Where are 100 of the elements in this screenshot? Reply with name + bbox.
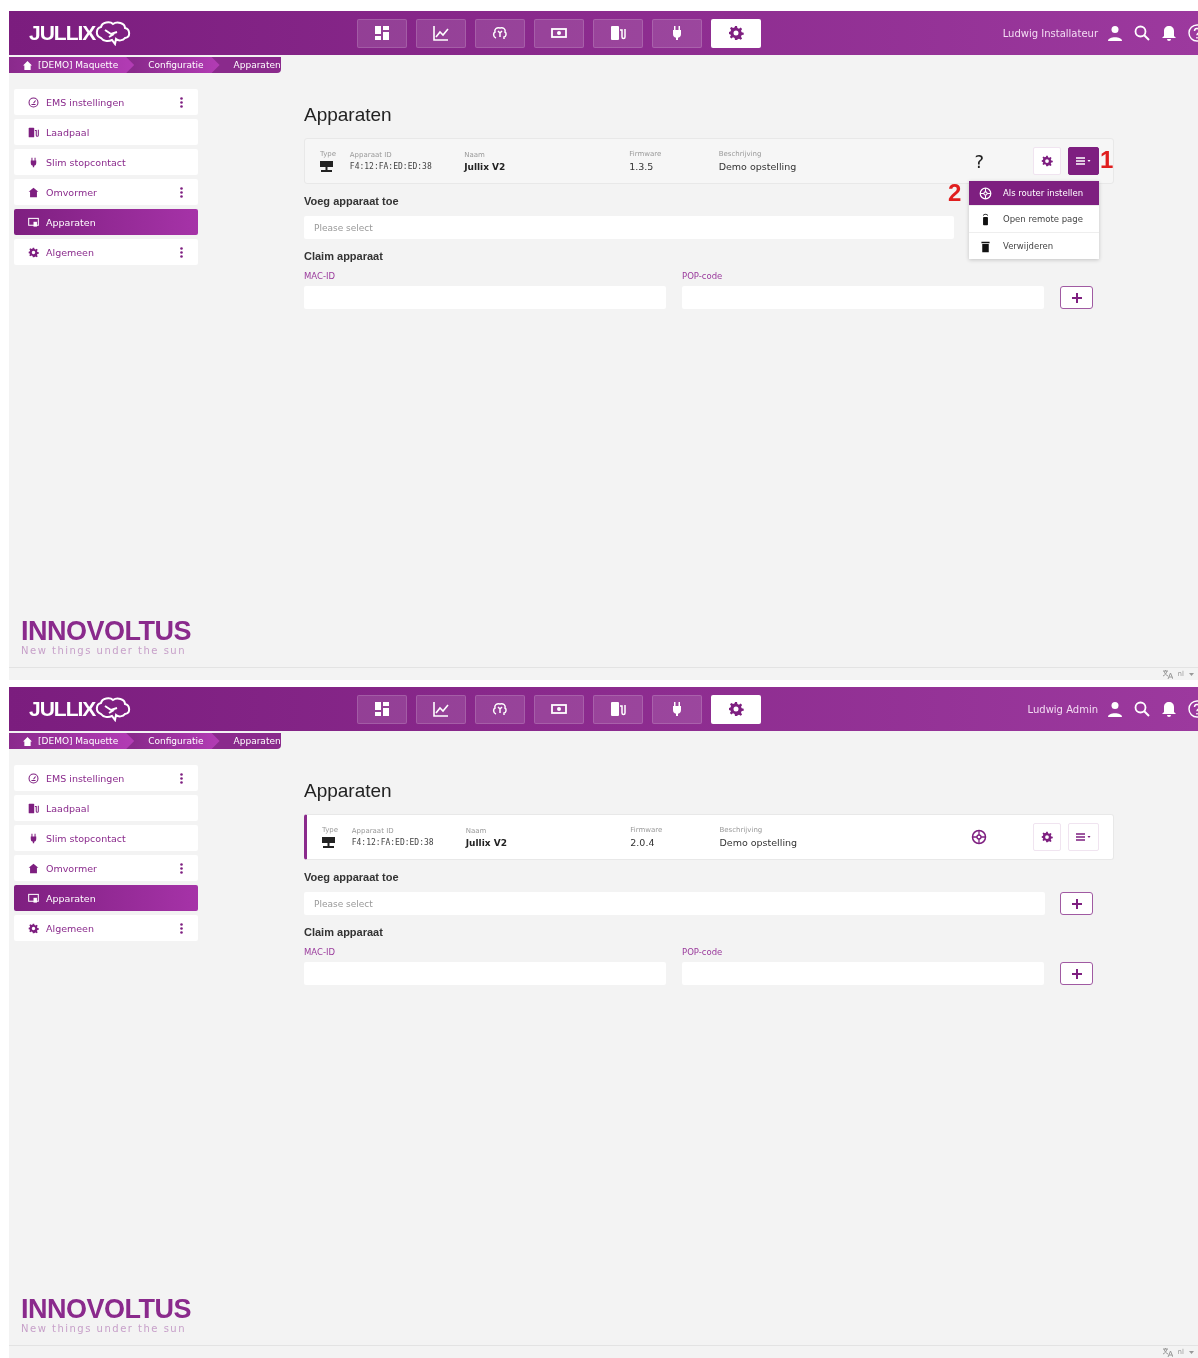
sidebar-item[interactable]: EMS instellingen: [14, 765, 198, 791]
search-icon[interactable]: [1134, 701, 1150, 717]
router-device-icon: [320, 161, 333, 172]
more-icon[interactable]: [180, 922, 183, 934]
sidebar-item[interactable]: Apparaten: [14, 209, 198, 235]
logo-text: JULLIX: [29, 21, 96, 45]
menu-item[interactable]: Als router instellen: [969, 181, 1099, 205]
nav-tab[interactable]: [416, 18, 466, 48]
router-device-icon: [322, 837, 335, 848]
sidebar-item[interactable]: Apparaten: [14, 885, 198, 911]
sidebar-item[interactable]: Algemeen: [14, 239, 198, 265]
user-name[interactable]: Ludwig Installateur: [1002, 27, 1098, 39]
nav-tab[interactable]: [652, 694, 702, 724]
nav-tab[interactable]: [534, 694, 584, 724]
sidebar-item[interactable]: Laadpaal: [14, 119, 198, 145]
nav-tab[interactable]: [711, 18, 761, 48]
brand-name: INNOVOLTUS: [21, 617, 192, 645]
nav-tab[interactable]: [357, 18, 407, 48]
more-icon[interactable]: [180, 96, 183, 108]
nav-tab[interactable]: [416, 694, 466, 724]
charging-station-icon: [28, 126, 39, 138]
device-name: Jullix V2: [464, 161, 507, 172]
router-icon: [979, 186, 992, 200]
more-icon[interactable]: [180, 186, 183, 198]
menu-button[interactable]: [1068, 147, 1099, 175]
settings-button[interactable]: [1033, 823, 1061, 851]
annotation-number: 2: [948, 181, 962, 205]
device-select[interactable]: Please select: [304, 216, 954, 239]
nav-tab[interactable]: [475, 694, 525, 724]
sidebar-item[interactable]: EMS instellingen: [14, 89, 198, 115]
device-description: Demo opstelling: [719, 837, 799, 848]
bell-icon[interactable]: [1161, 25, 1177, 41]
settings-icon: [28, 922, 39, 934]
menu-icon: [1076, 833, 1091, 841]
user-icon[interactable]: [1107, 701, 1123, 717]
nav-tab[interactable]: [711, 694, 761, 724]
section-heading: Claim apparaat: [304, 250, 384, 262]
menu-item[interactable]: Open remote page: [969, 205, 1099, 232]
device-name: Jullix V2: [465, 837, 508, 848]
nav-tab[interactable]: [357, 694, 407, 724]
more-icon[interactable]: [180, 862, 183, 874]
section-heading: Voeg apparaat toe: [304, 871, 400, 883]
unknown-status: ?: [974, 150, 985, 172]
device-select[interactable]: Please select: [304, 892, 1045, 915]
more-icon[interactable]: [180, 246, 183, 258]
page-title: Apparaten: [304, 104, 393, 126]
search-icon[interactable]: [1134, 25, 1150, 41]
device-id: F4:12:FA:ED:ED:38: [349, 162, 433, 171]
user-icon[interactable]: [1107, 25, 1123, 41]
nav-tab[interactable]: [652, 18, 702, 48]
device-description: Demo opstelling: [718, 161, 798, 172]
settings-icon: [728, 25, 744, 41]
charging-station-icon: [610, 701, 626, 717]
brand-tagline: New things under the sun: [21, 645, 188, 656]
nav-tab[interactable]: [475, 18, 525, 48]
gauge-icon: [28, 772, 39, 784]
router-icon: [971, 829, 988, 845]
nav-tab[interactable]: [534, 18, 584, 48]
banknote-icon: [551, 701, 567, 717]
annotation-number: 1: [1100, 148, 1114, 172]
device-id: F4:12:FA:ED:ED:38: [351, 838, 435, 847]
house-icon: [28, 862, 39, 874]
field-label: MAC-ID: [304, 947, 337, 957]
more-icon[interactable]: [180, 772, 183, 784]
plug-icon: [28, 832, 39, 844]
user-name[interactable]: Ludwig Admin: [1027, 703, 1098, 715]
dashboard-icon: [374, 701, 390, 717]
add-button[interactable]: [1060, 962, 1093, 985]
sidebar-item[interactable]: Slim stopcontact: [14, 149, 198, 175]
add-button[interactable]: [1060, 286, 1093, 309]
brand-name: INNOVOLTUS: [21, 1295, 192, 1323]
breadcrumb-link[interactable]: Apparaten: [219, 57, 291, 73]
bell-icon[interactable]: [1161, 701, 1177, 717]
line-chart-icon: [433, 25, 449, 41]
house-icon: [28, 186, 39, 198]
nav-tab[interactable]: [593, 694, 643, 724]
menu-item[interactable]: Verwijderen: [969, 232, 1099, 259]
brand-tagline: New things under the sun: [21, 1323, 188, 1334]
dashboard-icon: [374, 25, 390, 41]
settings-icon: [1041, 831, 1054, 843]
sidebar-item[interactable]: Slim stopcontact: [14, 825, 198, 851]
breadcrumb-link[interactable]: Apparaten: [219, 733, 291, 749]
section-heading: Voeg apparaat toe: [304, 195, 400, 207]
sidebar-item[interactable]: Algemeen: [14, 915, 198, 941]
line-chart-icon: [433, 701, 449, 717]
sidebar-item[interactable]: Laadpaal: [14, 795, 198, 821]
add-button[interactable]: [1060, 892, 1093, 915]
settings-icon: [28, 246, 39, 258]
menu-icon: [1076, 157, 1091, 165]
devices-icon: [28, 216, 39, 228]
field-label: MAC-ID: [304, 271, 337, 281]
section-heading: Claim apparaat: [304, 926, 384, 938]
logo-text: JULLIX: [29, 697, 96, 721]
sidebar-item[interactable]: Omvormer: [14, 179, 198, 205]
sidebar-item[interactable]: Omvormer: [14, 855, 198, 881]
plus-icon: [1071, 292, 1082, 303]
settings-icon: [728, 701, 744, 717]
settings-button[interactable]: [1033, 147, 1061, 175]
nav-tab[interactable]: [593, 18, 643, 48]
plus-icon: [1071, 968, 1082, 979]
